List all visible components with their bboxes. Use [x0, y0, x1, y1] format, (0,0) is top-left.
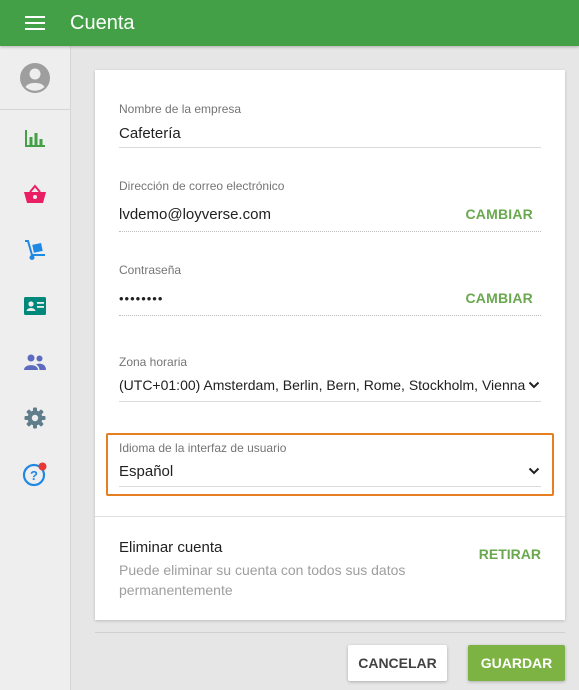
- sidebar-divider: [0, 109, 70, 110]
- company-name-underline: [119, 147, 541, 148]
- change-email-button[interactable]: CAMBIAR: [465, 206, 533, 222]
- delete-account-title: Eliminar cuenta: [119, 539, 223, 556]
- sidebar: ?: [0, 46, 71, 690]
- password-field: Contraseña •••••••• CAMBIAR: [119, 263, 541, 317]
- help-icon: ?: [22, 462, 47, 487]
- sidebar-item-customers[interactable]: [0, 284, 70, 328]
- company-name-label: Nombre de la empresa: [119, 102, 242, 116]
- app-header: Cuenta: [0, 0, 579, 46]
- sidebar-item-items[interactable]: [0, 172, 70, 216]
- password-underline: [119, 315, 541, 316]
- chevron-down-icon: [527, 378, 541, 392]
- company-name-input[interactable]: Cafetería: [119, 122, 541, 144]
- email-field: Dirección de correo electrónico lvdemo@l…: [119, 179, 541, 233]
- company-name-field: Nombre de la empresa Cafetería: [119, 102, 541, 148]
- email-underline: [119, 231, 541, 232]
- menu-button[interactable]: [0, 0, 70, 46]
- email-value: lvdemo@loyverse.com: [119, 205, 271, 223]
- hamburger-menu-icon: [25, 16, 45, 30]
- footer-divider: [95, 632, 565, 633]
- timezone-label: Zona horaria: [119, 355, 188, 369]
- bar-chart-icon: [25, 130, 45, 147]
- section-divider: [95, 516, 565, 517]
- hand-truck-icon: [25, 240, 45, 260]
- company-name-value: Cafetería: [119, 124, 181, 142]
- timezone-value: (UTC+01:00) Amsterdam, Berlin, Bern, Rom…: [119, 377, 526, 393]
- sidebar-item-reports[interactable]: [0, 116, 70, 160]
- timezone-underline: [119, 401, 541, 402]
- page-title: Cuenta: [70, 11, 135, 34]
- basket-icon: [24, 184, 46, 203]
- delete-account-description: Puede eliminar su cuenta con todos sus d…: [119, 562, 406, 598]
- change-password-button[interactable]: CAMBIAR: [465, 290, 533, 306]
- people-icon: [24, 354, 46, 370]
- gear-icon: [24, 407, 46, 429]
- language-field-highlight: [106, 433, 554, 496]
- timezone-field: Zona horaria (UTC+01:00) Amsterdam, Berl…: [119, 355, 541, 403]
- timezone-select[interactable]: (UTC+01:00) Amsterdam, Berlin, Bern, Rom…: [119, 374, 541, 396]
- password-label: Contraseña: [119, 263, 182, 277]
- sidebar-item-help[interactable]: ?: [0, 452, 70, 496]
- account-settings-card: Nombre de la empresa Cafetería Dirección…: [95, 70, 565, 620]
- sidebar-item-employees[interactable]: [0, 340, 70, 384]
- svg-text:?: ?: [30, 468, 38, 483]
- id-card-icon: [24, 297, 46, 315]
- save-button[interactable]: GUARDAR: [468, 645, 565, 681]
- password-value: ••••••••: [119, 290, 164, 306]
- sidebar-item-settings[interactable]: [0, 396, 70, 440]
- email-label: Dirección de correo electrónico: [119, 179, 285, 193]
- account-circle-icon: [20, 63, 50, 93]
- sidebar-item-account[interactable]: [0, 56, 70, 100]
- sidebar-item-inventory[interactable]: [0, 228, 70, 272]
- cancel-button[interactable]: CANCELAR: [348, 645, 447, 681]
- delete-account-button[interactable]: RETIRAR: [479, 546, 541, 562]
